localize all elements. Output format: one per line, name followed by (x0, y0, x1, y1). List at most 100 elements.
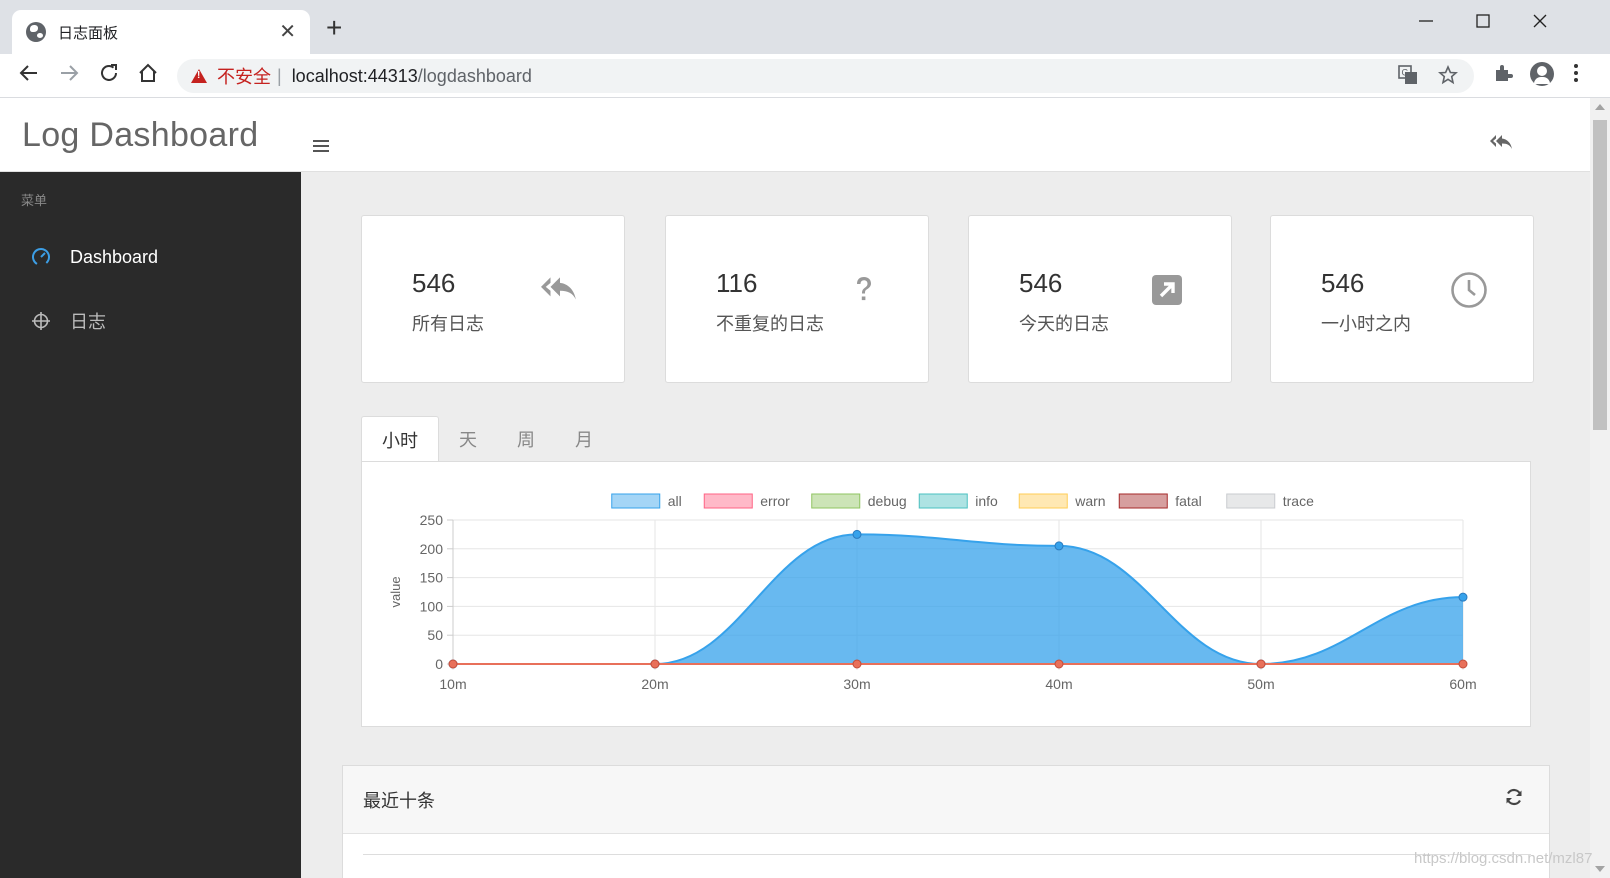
page-scrollbar[interactable] (1590, 98, 1610, 878)
sidebar-item-label: Dashboard (70, 246, 159, 267)
data-point-error (1054, 659, 1064, 669)
stat-value: 546 (1019, 268, 1063, 298)
y-tick-label: 0 (435, 656, 443, 672)
data-point-error (650, 659, 660, 669)
page-viewport: Log Dashboard 菜单 Dashboard 日志 546 所有日志 1… (0, 98, 1590, 878)
data-point-all (852, 529, 862, 539)
url-host: localhost:44313 (291, 65, 418, 86)
stat-label: 一小时之内 (1321, 314, 1411, 334)
browser-tab[interactable]: 日志面板 ✕ (12, 10, 310, 54)
minimize-icon[interactable] (1418, 12, 1434, 35)
sidebar-item-dashboard[interactable]: Dashboard (0, 232, 301, 282)
browser-chrome: 日志面板 ✕ + 不安全 | localhost:4431 (0, 0, 1610, 98)
y-tick-label: 200 (420, 541, 444, 557)
legend-label: warn (1074, 493, 1105, 509)
sidebar-heading: 菜单 (21, 193, 48, 208)
y-tick-label: 250 (420, 512, 444, 528)
stat-card-unique-logs: 116 不重复的日志 (665, 215, 929, 383)
window-close-icon[interactable] (1532, 12, 1548, 35)
browser-toolbar: 不安全 | localhost:44313/logdashboard G (0, 54, 1610, 98)
menu-kebab-icon[interactable] (1572, 62, 1580, 90)
x-tick-label: 10m (439, 676, 466, 692)
crosshairs-icon (30, 310, 52, 332)
scroll-down-icon[interactable] (1595, 866, 1605, 872)
back-icon[interactable] (18, 62, 40, 88)
security-status[interactable]: 不安全 (217, 63, 271, 89)
warning-icon (191, 69, 207, 83)
stat-label: 所有日志 (412, 314, 484, 334)
translate-icon[interactable]: G (1398, 65, 1418, 91)
recent-logs-panel: 最近十条 (342, 765, 1550, 878)
reply-all-icon (540, 270, 580, 310)
recent-logs-header: 最近十条 (343, 766, 1549, 834)
maximize-icon[interactable] (1475, 12, 1491, 35)
stat-value: 116 (716, 268, 758, 298)
x-tick-label: 60m (1449, 676, 1476, 692)
table-divider (363, 854, 1531, 855)
sidebar-item-label: 日志 (70, 312, 106, 332)
address-bar-actions: G (1398, 64, 1459, 91)
new-tab-button[interactable]: + (326, 14, 342, 42)
legend-swatch (1018, 493, 1068, 509)
legend-label: all (668, 493, 682, 509)
tab-strip: 日志面板 ✕ + (0, 0, 1610, 54)
sidebar-item-logs[interactable]: 日志 (0, 296, 301, 346)
sidebar: 菜单 Dashboard 日志 (0, 172, 301, 878)
y-tick-label: 50 (427, 627, 443, 643)
tab-close-button[interactable]: ✕ (279, 22, 296, 42)
data-point-error (1458, 659, 1468, 669)
data-point-all (1054, 541, 1064, 551)
log-area-chart: all error debug info warn fatal trace 0 50 100 150… (388, 493, 1477, 692)
x-tick-label: 40m (1045, 676, 1072, 692)
x-tick-label: 30m (843, 676, 870, 692)
external-link-square-icon (1147, 270, 1187, 310)
refresh-icon[interactable] (1505, 788, 1523, 811)
app-header: Log Dashboard (0, 98, 1590, 172)
x-tick-label: 50m (1247, 676, 1274, 692)
url-separator: | (277, 65, 282, 86)
profile-avatar[interactable] (1530, 62, 1554, 86)
dashboard-icon (30, 246, 52, 268)
tab-month[interactable]: 月 (555, 416, 613, 462)
tab-week[interactable]: 周 (497, 416, 555, 462)
tab-title: 日志面板 (58, 24, 119, 42)
question-icon (844, 270, 884, 310)
scroll-up-icon[interactable] (1595, 104, 1605, 110)
legend-swatch (1226, 493, 1276, 509)
globe-icon (26, 22, 46, 42)
scrollbar-thumb[interactable] (1593, 120, 1607, 430)
stat-value: 546 (1321, 268, 1365, 298)
stat-card-last-hour: 546 一小时之内 (1270, 215, 1534, 383)
url-text[interactable]: localhost:44313/logdashboard (292, 66, 532, 87)
home-icon[interactable] (137, 62, 159, 88)
url-path: /logdashboard (417, 65, 532, 86)
header-reply-all-icon[interactable] (1490, 134, 1514, 157)
extensions-icon[interactable] (1492, 62, 1514, 90)
x-tick-label: 20m (641, 676, 668, 692)
legend-label: info (975, 493, 998, 509)
sidebar-toggle-icon[interactable] (313, 140, 329, 152)
legend-label: trace (1283, 493, 1314, 509)
stat-label: 不重复的日志 (716, 314, 824, 334)
period-tabs: 小时 天 周 月 (361, 416, 613, 462)
stat-card-all-logs: 546 所有日志 (361, 215, 625, 383)
forward-icon[interactable] (58, 62, 80, 88)
clock-icon (1449, 270, 1489, 310)
avatar-icon (1530, 62, 1554, 86)
stat-label: 今天的日志 (1019, 314, 1109, 334)
series-area-all (453, 534, 1463, 664)
reload-icon[interactable] (98, 62, 120, 88)
legend-swatch (918, 493, 968, 509)
legend-swatch (611, 493, 661, 509)
bookmark-star-icon[interactable] (1437, 64, 1459, 91)
data-point-error (448, 659, 458, 669)
stat-value: 546 (412, 268, 456, 298)
address-bar[interactable]: 不安全 | localhost:44313/logdashboard G (177, 59, 1474, 93)
brand-title[interactable]: Log Dashboard (22, 116, 258, 155)
stat-card-today-logs: 546 今天的日志 (968, 215, 1232, 383)
tab-hour[interactable]: 小时 (361, 416, 439, 462)
legend-label: fatal (1175, 493, 1201, 509)
svg-text:G: G (1402, 68, 1409, 78)
legend-swatch (811, 493, 861, 509)
tab-day[interactable]: 天 (439, 416, 497, 462)
